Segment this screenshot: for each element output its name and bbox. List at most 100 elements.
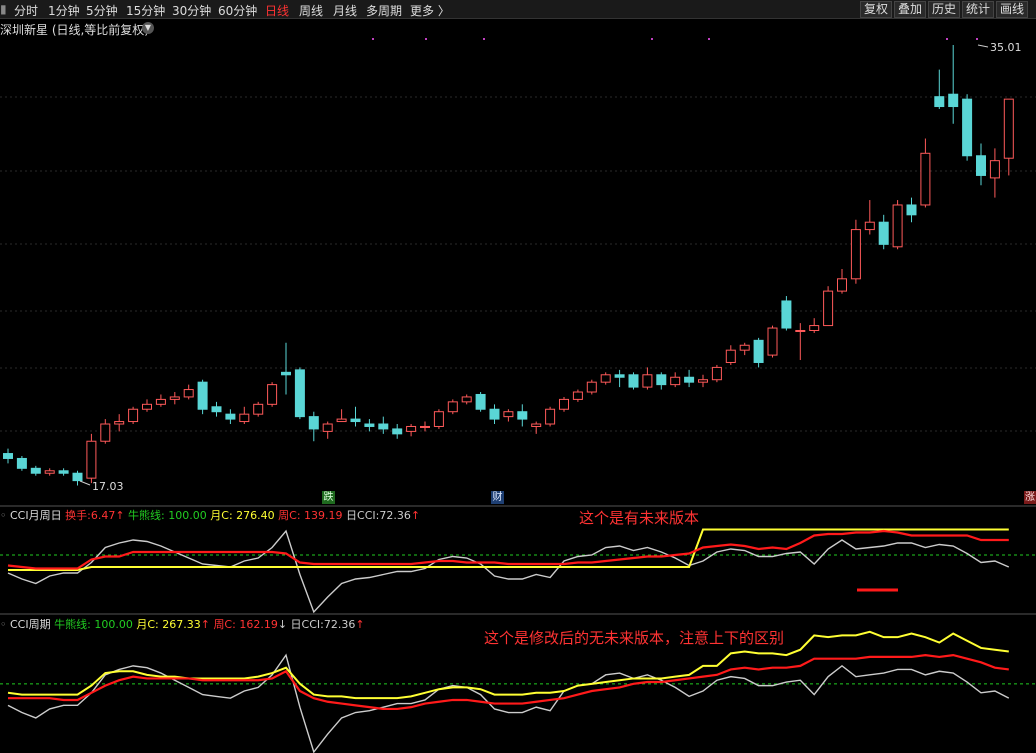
zhang-badge[interactable]: 涨 [1024, 491, 1036, 504]
candle-body [378, 423, 389, 430]
candle-body [461, 396, 472, 403]
candle-body [572, 391, 583, 400]
statistics-button[interactable]: 统计 [962, 1, 995, 18]
candle-body [753, 339, 764, 363]
candle-body [336, 418, 347, 423]
candle-body [850, 229, 861, 280]
low-price-label: 17.03 [92, 480, 124, 493]
event-marker-dot [651, 38, 653, 40]
candle-body [600, 374, 611, 383]
candle-body [294, 369, 305, 418]
candle-body [420, 425, 430, 428]
candle-body [128, 408, 139, 423]
candle-body [44, 470, 55, 474]
high-price-label: 35.01 [990, 41, 1022, 54]
candle-body [364, 423, 375, 427]
candle-body [781, 300, 792, 329]
candle-body [253, 403, 264, 415]
ri-value: 72.36 [323, 618, 356, 631]
niuxiong-label: 牛熊线: [54, 618, 91, 631]
tab-monthly[interactable]: 月线 [333, 2, 357, 19]
annotation-top: 这个是有未来版本 [579, 509, 700, 527]
candle-body [392, 428, 403, 435]
event-marker-dot [425, 38, 427, 40]
candle-body [739, 344, 750, 351]
candle-body [114, 421, 125, 425]
candle-body [559, 398, 569, 410]
arrow-up-icon: ↑ [115, 509, 125, 522]
yue-value: 276.40 [236, 509, 275, 522]
candle-body [225, 413, 236, 420]
arrow-up-icon: ↑ [410, 509, 421, 522]
tab-multi-period[interactable]: 多周期 [366, 2, 402, 19]
candle-body [906, 204, 917, 216]
candle-body [586, 381, 597, 393]
candle-body [503, 411, 514, 418]
candle-body [406, 425, 417, 432]
history-button[interactable]: 历史 [928, 1, 961, 18]
huanshou-value: 6.47 [90, 509, 116, 522]
tab-fenshi[interactable]: 分时 [14, 2, 38, 19]
candle-body [211, 406, 222, 413]
candle-body [837, 278, 847, 292]
candle-body [100, 423, 111, 442]
candle-body [767, 327, 778, 356]
indicator1-header: ◦ CCI月周日 换手:6.47↑ 牛熊线: 100.00 月C: 276.40… [0, 507, 420, 523]
candle-body [670, 376, 681, 386]
zhou-cci-line [7, 529, 1009, 570]
die-badge[interactable]: 跌 [322, 491, 335, 504]
high-price-leader [977, 44, 989, 48]
niuxiong-value: 100.00 [168, 509, 207, 522]
ri-cci-line [7, 529, 1010, 614]
candle-body [809, 325, 820, 331]
candle-body [531, 423, 542, 427]
draw-line-button[interactable]: 画线 [996, 1, 1029, 18]
candle-body [614, 374, 625, 378]
arrow-up-icon: ↑ [355, 618, 365, 631]
caibao-badge[interactable]: 财 [491, 491, 504, 504]
tab-5min[interactable]: 5分钟 [86, 2, 118, 19]
event-marker-dot [708, 38, 710, 40]
tab-60min[interactable]: 60分钟 [218, 2, 257, 19]
candle-body [447, 401, 458, 413]
yue-label: 月C: [136, 618, 159, 631]
candle-body [989, 160, 1000, 179]
candle-body [475, 393, 486, 410]
candle-body [948, 93, 959, 108]
zhou-cci-line [8, 653, 1009, 711]
candle-body [976, 155, 986, 176]
indicator1-name[interactable]: CCI月周日 [10, 509, 62, 522]
candle-body [864, 221, 875, 231]
candle-body [1003, 98, 1014, 159]
arrow-down-icon: ↓ [277, 618, 288, 631]
candle-body [698, 379, 708, 383]
candle-body [308, 416, 319, 430]
tab-daily[interactable]: 日线 [265, 2, 289, 19]
indicator2-name[interactable]: CCI周期 [10, 618, 51, 631]
event-marker-dot [976, 38, 978, 40]
ri-label: 日CCI: [290, 618, 324, 631]
candle-body [628, 374, 639, 388]
candle-body [72, 472, 83, 482]
yue-label: 月C: [210, 509, 233, 522]
candle-body [892, 204, 903, 248]
candle-body [86, 440, 97, 479]
overlay-button[interactable]: 叠加 [894, 1, 927, 18]
tab-30min[interactable]: 30分钟 [172, 2, 211, 19]
indicator2-header: ◦ CCI周期 牛熊线: 100.00 月C: 267.33↑ 周C: 162.… [0, 616, 365, 632]
tab-more[interactable]: 更多 〉 [410, 2, 450, 19]
candle-body [433, 411, 444, 427]
huanshou-label: 换手: [65, 509, 91, 522]
indicator-bullet-icon: ◦ [0, 509, 7, 522]
candle-body [684, 376, 695, 383]
candle-body [725, 349, 736, 363]
tab-15min[interactable]: 15分钟 [126, 2, 165, 19]
chevron-down-icon[interactable]: ▼ [142, 22, 154, 34]
tab-weekly[interactable]: 周线 [299, 2, 323, 19]
niuxiong-value: 100.00 [94, 618, 133, 631]
fuquan-button[interactable]: 复权 [860, 1, 893, 18]
zhou-value: 139.19 [304, 509, 343, 522]
niuxiong-label: 牛熊线: [128, 509, 165, 522]
candle-body [962, 98, 973, 157]
tab-1min[interactable]: 1分钟 [48, 2, 80, 19]
